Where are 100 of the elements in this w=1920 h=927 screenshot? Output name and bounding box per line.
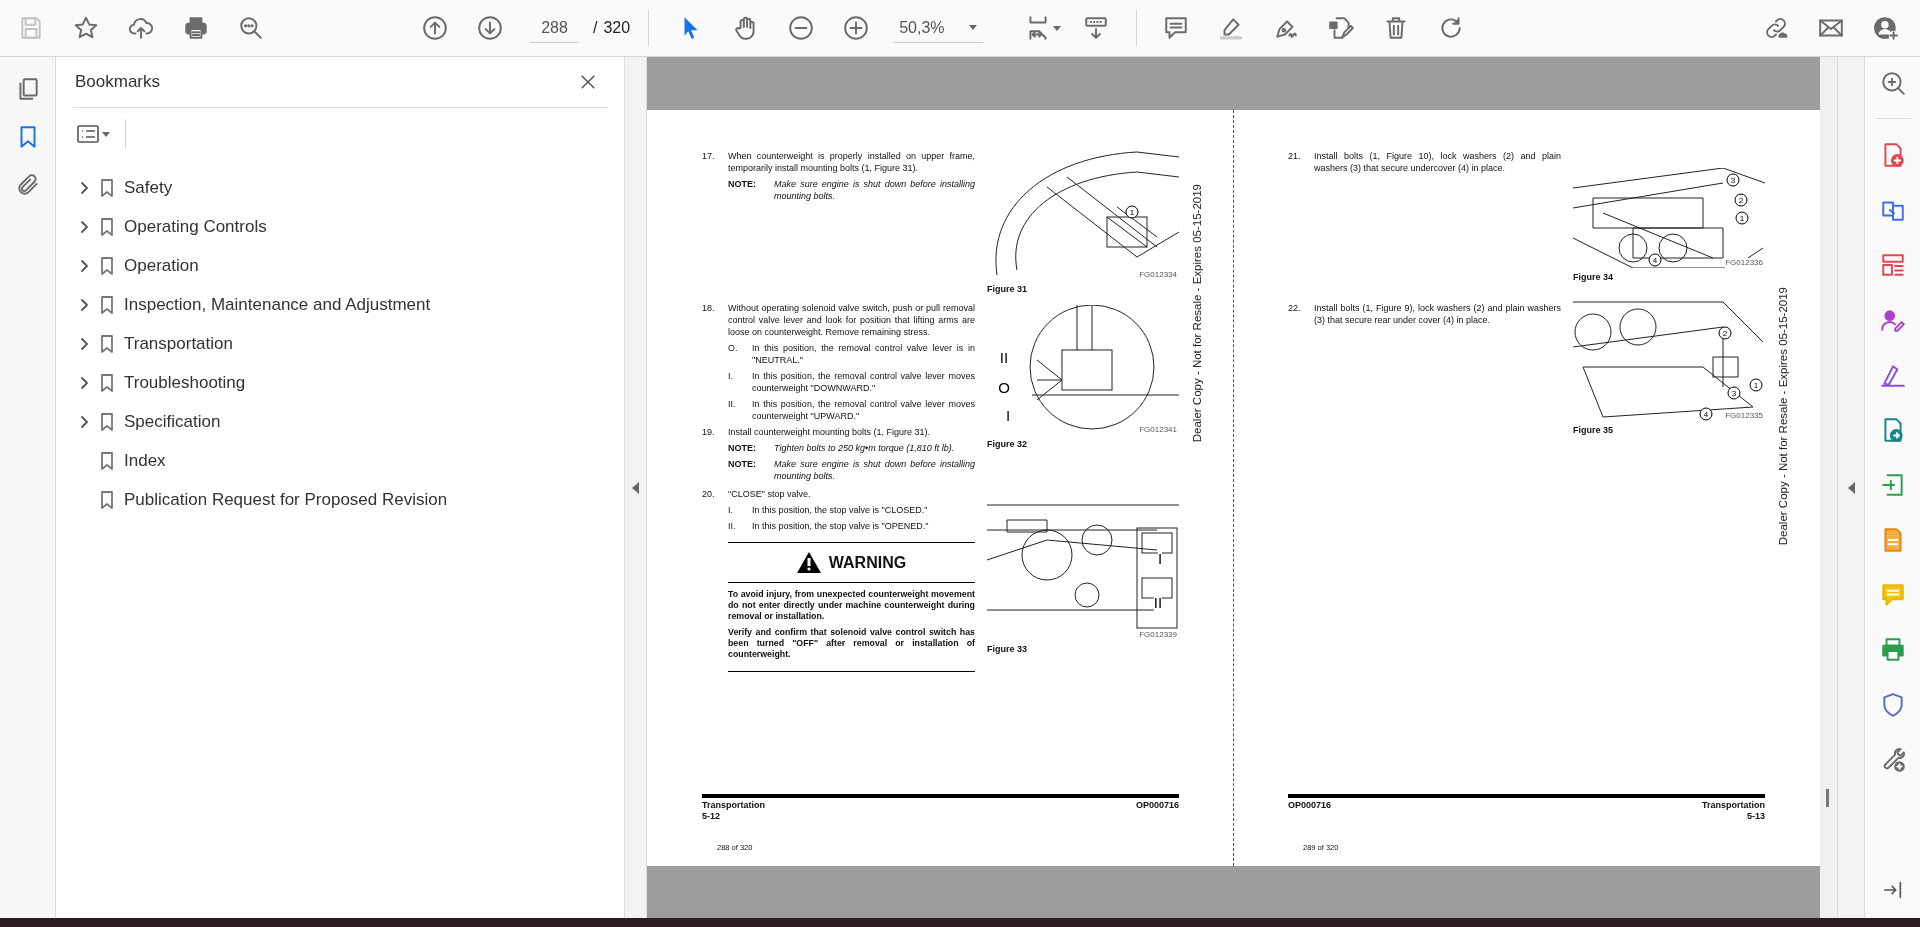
chevron-icon[interactable] [78, 375, 90, 390]
step-number: 20. [702, 488, 716, 501]
substep-text: In this position, the removal control valve lever moves counterweight "UPWARD." [752, 398, 975, 422]
figure-code: FG012335 [1725, 411, 1763, 421]
step-text: "CLOSE" stop valve. [728, 488, 812, 500]
bookmark-item[interactable]: Transportation [119, 324, 608, 363]
list-icon [77, 125, 99, 143]
bookmark-item[interactable]: Inspection, Maintenance and Adjustment [119, 285, 608, 324]
figure-caption: Figure 32 [987, 438, 1028, 450]
footer-text: 5-12 [702, 810, 721, 822]
step-text: When counterweight is properly installed on upper frame, temporarily install mounting bolts (1, Figure 31). [728, 150, 975, 174]
footer-text: OP000716 [1288, 799, 1332, 811]
footer-text: Transportation [1702, 799, 1765, 811]
bookmark-item[interactable]: Operating Controls [119, 207, 608, 246]
callout-label: II [1153, 595, 1163, 611]
substep-label: II. [728, 520, 737, 532]
footer-text: OP000716 [1135, 799, 1179, 811]
footer-text: 5-13 [1746, 810, 1765, 822]
figure-caption: Figure 34 [1573, 271, 1614, 283]
figure-code: FG012334 [1139, 270, 1177, 280]
figure-caption: Figure 33 [987, 643, 1028, 655]
panel-title: Bookmarks [74, 71, 161, 94]
chevron-icon[interactable] [78, 180, 90, 195]
caret-icon [102, 131, 110, 137]
chevron-icon[interactable] [78, 414, 90, 429]
step-text: Install bolts (1, Figure 9), lock washers (2) and plain washers (3) that secure rear under cover (4) in place. [1314, 302, 1561, 326]
zoom-dropdown[interactable]: 50,3% [893, 13, 984, 43]
note-label: NOTE: [728, 458, 757, 471]
step-number: 22. [1288, 302, 1302, 315]
bookmark-icon [99, 489, 115, 510]
substep-text: In this position, the stop valve is "OPENED." [752, 520, 929, 532]
chevron-icon[interactable] [78, 297, 90, 312]
bookmark-item[interactable]: Troubleshooting [119, 363, 608, 402]
warning-text: To avoid injury, from unexpected counterweight movement do not enter directly under machine counterweight during removal or installation. [728, 589, 975, 622]
callout-label: 2 [1734, 193, 1748, 207]
step-number: 17. [702, 150, 716, 163]
scrollbar-thumb[interactable] [1826, 789, 1829, 807]
substep-label: I. [728, 504, 734, 516]
bookmark-item[interactable]: Operation [119, 246, 608, 285]
collapse-arrow-icon[interactable] [632, 481, 639, 494]
step-number: 19. [702, 426, 716, 439]
bookmark-icon [99, 177, 115, 198]
substep-text: In this position, the removal control valve lever is in "NEUTRAL." [752, 342, 975, 366]
figure-code: FG012339 [1139, 630, 1177, 640]
callout-label: O [998, 380, 1010, 396]
caret-icon [969, 25, 978, 30]
page-separator: / [593, 18, 598, 38]
note-text: Make sure engine is shut down before installing mounting bolts. [774, 458, 975, 482]
substep-text: In this position, the removal control valve lever moves counterweight "DOWNWARD." [752, 370, 975, 394]
callout-label: 4 [1699, 407, 1713, 421]
callout-label: 2 [1718, 326, 1732, 340]
figure-code: FG012341 [1139, 425, 1177, 435]
footer-text: Transportation [702, 799, 765, 811]
figure-code: FG012336 [1725, 258, 1763, 268]
bookmark-item[interactable]: Index [119, 441, 608, 480]
bookmark-item[interactable]: Safety [119, 168, 608, 207]
page-total: 320 [603, 18, 631, 38]
step-text: Install bolts (1, Figure 10), lock washers (2) and plain washers (3) that secure undercover (4) in place. [1314, 150, 1561, 174]
bookmark-icon [99, 411, 115, 432]
callout-label: 3 [1727, 386, 1741, 400]
warning-title: WARNING [828, 556, 907, 569]
note-label: NOTE: [728, 442, 757, 454]
bookmark-icon [99, 294, 115, 315]
chevron-icon[interactable] [78, 336, 90, 351]
bookmark-icon [99, 255, 115, 276]
bookmark-item[interactable]: Publication Request for Proposed Revision [119, 480, 608, 519]
bookmark-item[interactable]: Specification [119, 402, 608, 441]
step-number: 21. [1288, 150, 1302, 163]
watermark-side-text: Dealer Copy - Not for Resale - Expires 05-15-2019 [1776, 287, 1789, 546]
expand-arrow-icon[interactable] [1847, 481, 1855, 494]
callout-label: I [1005, 408, 1011, 424]
bookmark-icon [99, 216, 115, 237]
step-text: Install counterweight mounting bolts (1, Figure 31). [728, 426, 932, 438]
callout-label: 4 [1648, 253, 1662, 267]
callout-label: II [999, 350, 1009, 366]
note-text: Make sure engine is shut down before installing mounting bolts. [774, 178, 975, 202]
figure-caption: Figure 31 [987, 283, 1028, 295]
step-text: Without operating solenoid valve switch, push or pull removal control valve lever and look for position that lifting arms are loose on counterweight. Remove remaining stress. [728, 302, 975, 338]
watermark-side-text: Dealer Copy - Not for Resale - Expires 05-15-2019 [1190, 184, 1203, 443]
warning-text: Verify and confirm that solenoid valve control switch has been turned "OFF" after removal or installation of counterweight. [728, 627, 975, 660]
bookmark-icon [99, 333, 115, 354]
step-number: 18. [702, 302, 716, 315]
chevron-icon[interactable] [78, 258, 90, 273]
callout-label: I [1157, 551, 1163, 567]
callout-label: 3 [1726, 173, 1740, 187]
substep-label: II. [728, 398, 737, 411]
note-label: NOTE: [728, 178, 757, 191]
callout-label: 1 [1749, 378, 1763, 392]
callout-label: 1 [1125, 205, 1139, 219]
page-number-field[interactable]: 288 [530, 13, 579, 43]
figure-caption: Figure 35 [1573, 424, 1614, 436]
bookmark-icon [99, 450, 115, 471]
caret-icon [1053, 25, 1062, 31]
callout-label: 1 [1735, 211, 1749, 225]
substep-text: In this position, the stop valve is "CLOSED." [752, 504, 928, 516]
warning-icon [796, 552, 821, 573]
substep-label: O. [728, 342, 739, 355]
chevron-icon[interactable] [78, 219, 90, 234]
substep-label: I. [728, 370, 734, 383]
note-text: Tighten bolts to 250 kg•m torque (1,810 ft lb). [774, 442, 955, 454]
